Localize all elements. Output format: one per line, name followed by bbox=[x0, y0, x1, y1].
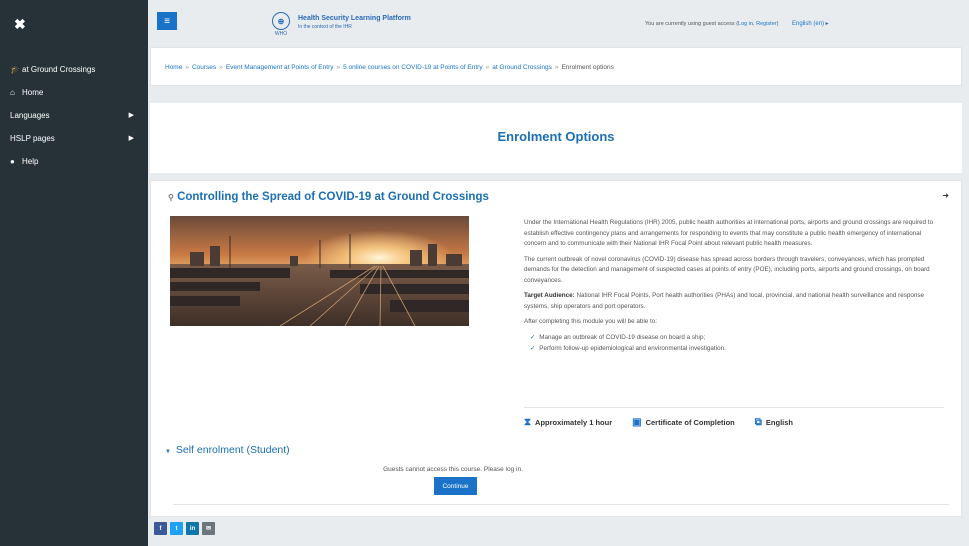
language-info: ⧉ English bbox=[755, 417, 793, 428]
help-icon: ● bbox=[10, 157, 15, 166]
separator: » bbox=[219, 64, 223, 71]
outcome-text: Perform follow-up epidemiological and en… bbox=[539, 345, 726, 352]
facebook-icon[interactable]: f bbox=[154, 522, 167, 535]
duration-text: Approximately 1 hour bbox=[535, 418, 613, 427]
sidebar-item-help[interactable]: ● Help bbox=[0, 150, 148, 173]
sidebar-nav: 🎓 at Ground Crossings ⌂ Home Languages ▶… bbox=[0, 58, 148, 173]
sidebar-item-label: at Ground Crossings bbox=[22, 65, 96, 74]
platform-subtitle: In the context of the IHR bbox=[298, 24, 352, 30]
divider bbox=[173, 504, 949, 505]
breadcrumb: Home» Courses» Event Management at Points … bbox=[150, 47, 962, 86]
hourglass-icon: ⧗ bbox=[524, 417, 532, 428]
learning-outcomes-intro: After completing this module you will be… bbox=[524, 318, 658, 325]
twitter-icon[interactable]: t bbox=[170, 522, 183, 535]
breadcrumb-home[interactable]: Home bbox=[165, 64, 182, 71]
top-header: ≡ ⊕ WHO Health Security Learning Platfor… bbox=[148, 0, 969, 44]
course-meta: ⧗ Approximately 1 hour ▣ Certificate of … bbox=[524, 417, 944, 428]
self-enrolment-toggle[interactable]: ▼ Self enrolment (Student) bbox=[165, 444, 290, 456]
breadcrumb-current: Enrolment options bbox=[561, 64, 614, 71]
register-link[interactable]: Register bbox=[756, 21, 776, 27]
certificate-info: ▣ Certificate of Completion bbox=[632, 417, 735, 428]
separator: » bbox=[485, 64, 490, 71]
chevron-right-icon: ▶ bbox=[128, 112, 134, 119]
sidebar-item-label: HSLP pages bbox=[10, 134, 55, 143]
course-icon: ⚲ bbox=[168, 193, 174, 202]
graduation-cap-icon: 🎓 bbox=[10, 65, 20, 74]
breadcrumb-trail: Home» Courses» Event Management at Points … bbox=[165, 64, 614, 71]
sidebar-item-languages[interactable]: Languages ▶ bbox=[0, 104, 148, 127]
course-image bbox=[170, 216, 469, 326]
social-share: f t in ✉ bbox=[154, 522, 218, 535]
breadcrumb-ground-crossings[interactable]: at Ground Crossings bbox=[492, 64, 552, 71]
breadcrumb-covid-courses[interactable]: 5 online courses on COVID-19 at Points o… bbox=[343, 64, 482, 71]
certificate-icon: ▣ bbox=[632, 417, 642, 428]
chevron-down-icon: ▼ bbox=[165, 449, 171, 455]
certificate-text: Certificate of Completion bbox=[645, 418, 735, 427]
self-enrolment-heading: Self enrolment (Student) bbox=[175, 444, 290, 456]
course-title-text: Controlling the Spread of COVID-19 at Gr… bbox=[177, 191, 489, 203]
breadcrumb-courses[interactable]: Courses bbox=[192, 64, 216, 71]
language-menu[interactable]: English (en) ▸ bbox=[792, 20, 829, 27]
guest-suffix: ) bbox=[776, 21, 779, 27]
description-paragraph: The current outbreak of novel coronaviru… bbox=[524, 255, 930, 284]
guest-access-notice: You are currently using guest access (Lo… bbox=[645, 21, 779, 27]
list-item: ✓ Manage an outbreak of COVID-19 disease … bbox=[524, 333, 944, 344]
target-audience-label: Target Audience: bbox=[524, 292, 575, 299]
sidebar: ✖ 🎓 at Ground Crossings ⌂ Home Languages… bbox=[0, 0, 148, 546]
target-audience: Target Audience: National IHR Focal Poin… bbox=[524, 291, 944, 312]
guest-message: Guests cannot access this course. Please… bbox=[383, 466, 523, 473]
language-text: English bbox=[765, 418, 794, 427]
separator: » bbox=[336, 64, 341, 71]
who-logo-icon[interactable]: ⊕ bbox=[272, 12, 290, 30]
target-audience-text: National IHR Focal Points, Port health a… bbox=[524, 292, 925, 310]
chevron-right-icon: ▶ bbox=[128, 135, 134, 142]
sidebar-item-label: Home bbox=[22, 88, 44, 97]
sidebar-item-course[interactable]: 🎓 at Ground Crossings bbox=[0, 58, 148, 81]
outcome-text: Manage an outbreak of COVID-19 disease o… bbox=[539, 333, 706, 341]
separator: » bbox=[554, 64, 559, 71]
separator: » bbox=[185, 64, 189, 71]
check-icon: ✓ bbox=[530, 345, 536, 352]
page-header: Enrolment Options bbox=[150, 103, 962, 173]
sidebar-item-home[interactable]: ⌂ Home bbox=[0, 81, 148, 104]
course-description: Under the International Health Regulatio… bbox=[524, 218, 944, 356]
page-title: Enrolment Options bbox=[497, 129, 615, 144]
description-paragraph: Under the International Health Regulatio… bbox=[524, 219, 934, 247]
course-title[interactable]: ⚲ Controlling the Spread of COVID-19 at … bbox=[168, 191, 489, 203]
sign-in-icon[interactable]: ➜ bbox=[942, 191, 949, 200]
email-icon[interactable]: ✉ bbox=[202, 522, 215, 535]
platform-title[interactable]: Health Security Learning Platform bbox=[298, 15, 411, 22]
translate-icon: ⧉ bbox=[754, 417, 762, 428]
continue-button[interactable]: Continue bbox=[434, 477, 477, 495]
sidebar-item-hslp-pages[interactable]: HSLP pages ▶ bbox=[0, 127, 148, 150]
breadcrumb-event-management[interactable]: Event Management at Points of Entry bbox=[226, 64, 334, 71]
duration-info: ⧗ Approximately 1 hour bbox=[524, 417, 612, 428]
menu-toggle-button[interactable]: ≡ bbox=[157, 12, 177, 30]
close-icon[interactable]: ✖ bbox=[14, 16, 26, 33]
linkedin-icon[interactable]: in bbox=[186, 522, 199, 535]
list-item: ✓ Perform follow-up epidemiological and e… bbox=[524, 344, 944, 355]
divider bbox=[524, 407, 944, 408]
learning-outcomes-list: ✓ Manage an outbreak of COVID-19 disease … bbox=[524, 333, 944, 355]
login-link[interactable]: Log in bbox=[738, 21, 753, 27]
check-icon: ✓ bbox=[530, 333, 536, 341]
hamburger-icon: ≡ bbox=[164, 15, 170, 27]
sidebar-item-label: Help bbox=[22, 157, 39, 166]
home-icon: ⌂ bbox=[10, 88, 15, 97]
sidebar-item-label: Languages bbox=[10, 111, 50, 120]
who-label: WHO bbox=[274, 31, 288, 37]
guest-prefix: You are currently using guest access ( bbox=[645, 21, 739, 27]
course-card: ⚲ Controlling the Spread of COVID-19 at … bbox=[150, 180, 962, 517]
